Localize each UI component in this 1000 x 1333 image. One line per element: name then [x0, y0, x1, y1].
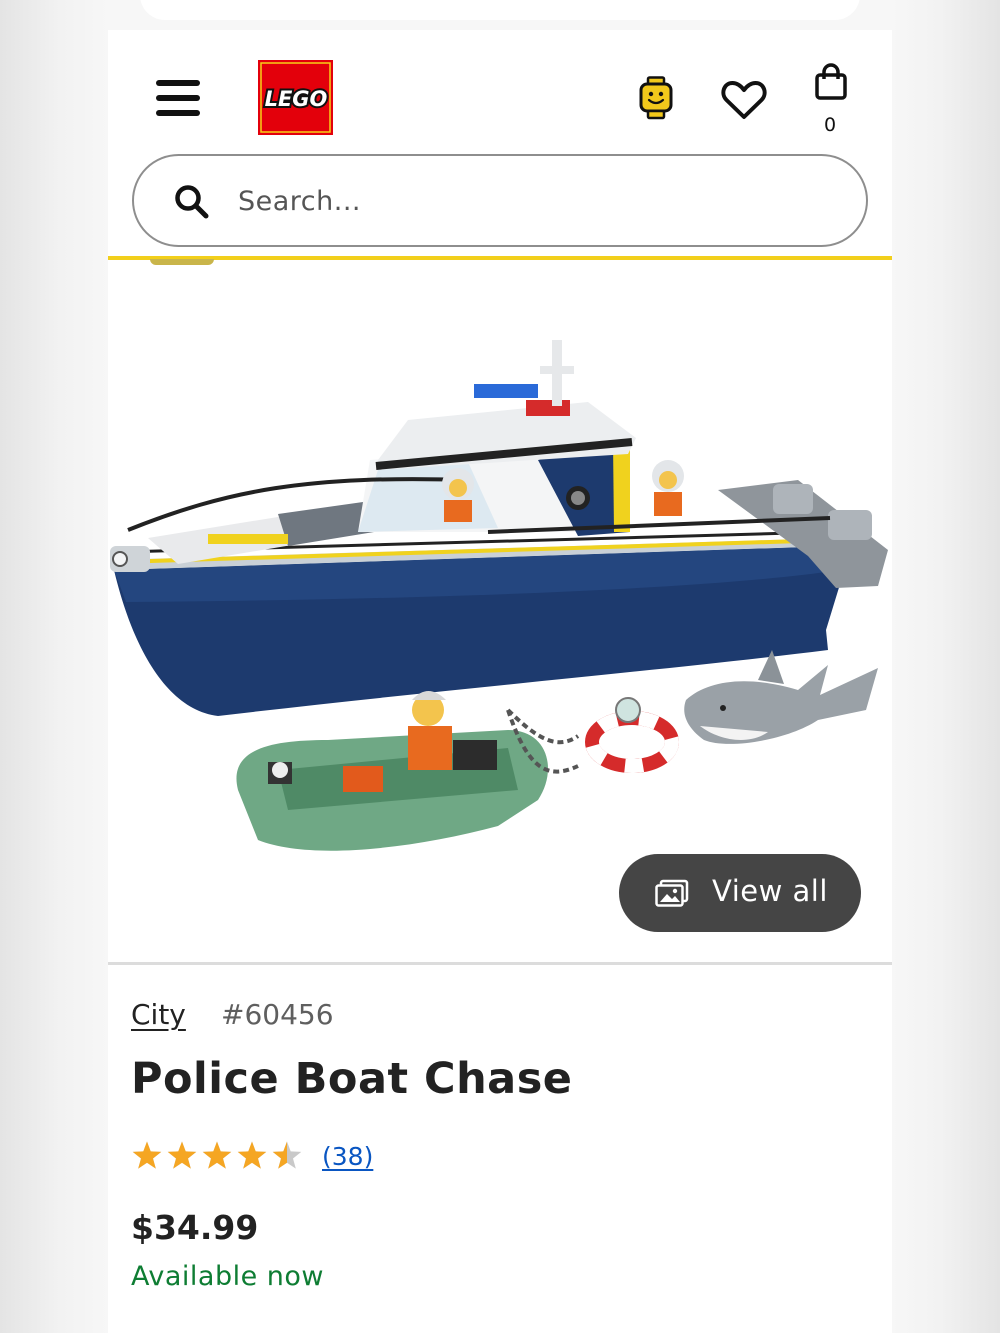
browser-address-bar — [140, 0, 860, 20]
bag-count: 0 — [823, 114, 837, 136]
view-all-label: View all — [712, 874, 828, 908]
product-page: LEGO 0 Search... View all City #60456 Po… — [108, 30, 892, 1333]
hamburger-icon[interactable] — [156, 78, 200, 118]
shopping-bag-icon[interactable] — [814, 63, 848, 101]
gallery-tab-indicator — [150, 259, 214, 265]
theme-link[interactable]: City — [131, 998, 186, 1031]
product-price: $34.99 — [131, 1208, 259, 1247]
rating-star — [272, 1141, 302, 1169]
rating-star — [202, 1141, 232, 1169]
heart-icon[interactable] — [721, 80, 767, 120]
svg-text:LEGO: LEGO — [265, 87, 328, 111]
image-divider — [108, 962, 892, 965]
search-bar[interactable] — [132, 154, 868, 247]
lego-logo[interactable]: LEGO — [258, 60, 333, 135]
product-title: Police Boat Chase — [131, 1054, 573, 1104]
search-input[interactable] — [238, 176, 838, 226]
minifig-head-icon[interactable] — [639, 76, 673, 120]
header-divider — [108, 256, 892, 260]
item-number: #60456 — [221, 998, 334, 1031]
rating-star — [237, 1141, 267, 1169]
dinghy — [236, 691, 548, 851]
availability-status: Available now — [131, 1261, 325, 1292]
shark — [684, 650, 878, 744]
view-all-button[interactable]: View all — [619, 854, 861, 932]
review-count-link[interactable]: (38) — [322, 1142, 373, 1171]
rating-star — [132, 1141, 162, 1169]
search-icon[interactable] — [174, 184, 210, 220]
product-image[interactable] — [108, 270, 892, 930]
image-icon — [655, 879, 689, 907]
rating-star — [167, 1141, 197, 1169]
rating-stars — [132, 1141, 302, 1169]
